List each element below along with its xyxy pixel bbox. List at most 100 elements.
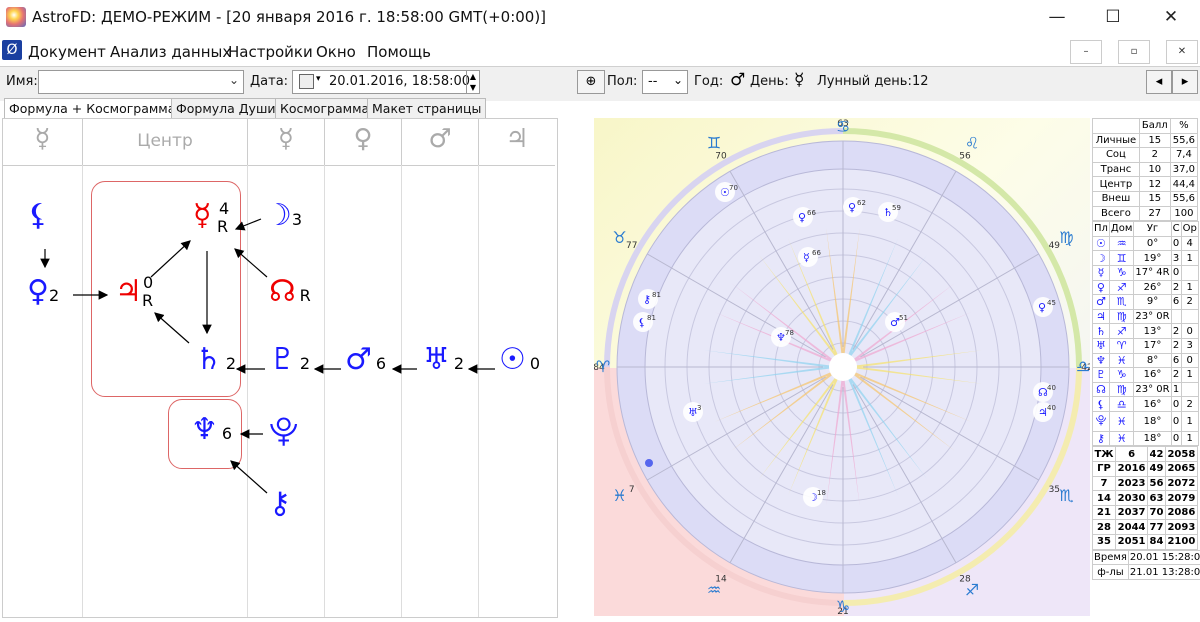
stats-table: Балл% Личные 15 55,6 Соц 2 7,4 Транс 10 37,0 Цент… bbox=[1092, 118, 1200, 580]
menu-data-analysis[interactable]: Анализ данных bbox=[110, 43, 231, 61]
proserpina-node[interactable]: ⯓ bbox=[269, 417, 298, 447]
table-row: ГР 2016 49 2065 bbox=[1092, 461, 1199, 477]
date-value: 20.01.2016, 18:58:00 bbox=[329, 74, 471, 89]
chiron-node[interactable]: ⚷ bbox=[269, 489, 291, 519]
tab-cosmogram[interactable]: Космограмма bbox=[275, 98, 375, 119]
globe-icon[interactable]: ⊕ bbox=[577, 70, 605, 94]
mars-node[interactable]: ♂ 6 bbox=[345, 345, 386, 375]
mdi-close-button[interactable]: ✕ bbox=[1166, 40, 1198, 64]
outer-number: 70 bbox=[715, 152, 727, 162]
zodiac-sign: ♐ bbox=[965, 580, 979, 599]
uranus-node[interactable]: ♅ 2 bbox=[423, 345, 464, 375]
tab-soul-formula[interactable]: Формула Души bbox=[171, 98, 281, 119]
menu-settings[interactable]: Настройки bbox=[228, 43, 313, 61]
calendar-icon[interactable] bbox=[299, 74, 314, 89]
next-button[interactable]: ▸ bbox=[1172, 70, 1198, 94]
zodiac-sign: ♋ bbox=[836, 118, 850, 136]
planet-glyph: ♀ bbox=[1038, 301, 1046, 314]
zodiac-sign: ♎ bbox=[1076, 357, 1090, 376]
planets-table: Пл Дом Уг С Ор ☉ ♒ 0° 0 4 ☽ ♊ 19° 3 1 ☿ ♑ 17° 4R 0 ♀ ♐ 26° 2 1… bbox=[1092, 221, 1199, 447]
mdi-restore-button[interactable]: ▫ bbox=[1118, 40, 1150, 64]
table-row: ☊ ♍ 23° 0R 1 bbox=[1092, 381, 1199, 398]
planet-value: 81 bbox=[652, 291, 661, 299]
planet-value: 45 bbox=[1047, 299, 1056, 307]
mercury-node[interactable]: ☿ 4 R bbox=[193, 199, 229, 236]
planet-value: 78 bbox=[785, 329, 794, 337]
document-icon[interactable]: Ø bbox=[2, 40, 22, 60]
table-row: ♀ ♐ 26° 2 1 bbox=[1092, 279, 1199, 296]
table-row: Всего 27 100 bbox=[1092, 205, 1199, 222]
marker-dot bbox=[645, 459, 653, 467]
neptune-node[interactable]: ♆ 6 bbox=[191, 415, 232, 445]
table-row: Соц 2 7,4 bbox=[1092, 147, 1199, 163]
planet-value: 81 bbox=[647, 314, 656, 322]
day-label: День: bbox=[750, 74, 789, 89]
lilith-node[interactable]: ⚸ bbox=[27, 201, 49, 231]
tab-page-layout[interactable]: Макет страницы bbox=[367, 98, 487, 119]
table-row: Личные 15 55,6 bbox=[1092, 132, 1199, 149]
formula-panel: ☿ Центр ☿ ♀ ♂ ♃ ⚸ ♀2 ♃ 0 R ☿ 4 R ☽3 ☊ R … bbox=[2, 118, 558, 618]
zodiac-sign: ♑ bbox=[836, 597, 850, 616]
minimize-button[interactable]: — bbox=[1030, 0, 1084, 34]
date-input[interactable]: ▾ 20.01.2016, 18:58:00 ▲ ▼ bbox=[292, 70, 480, 94]
mars-icon: ♂ bbox=[730, 70, 746, 90]
table-row: ♂ ♏ 9° 6 2 bbox=[1092, 294, 1199, 310]
table-row: Центр 12 44,4 bbox=[1092, 176, 1199, 192]
calendar-dropdown-icon[interactable]: ▾ bbox=[316, 74, 321, 84]
table-row: 21 2037 70 2086 bbox=[1092, 504, 1199, 521]
name-input[interactable]: ⌄ bbox=[38, 70, 244, 94]
prev-button[interactable]: ◂ bbox=[1146, 70, 1172, 94]
zodiac-sign: ♍ bbox=[1059, 228, 1073, 247]
table-row: ТЖ 6 42 2058 bbox=[1092, 446, 1199, 463]
app-icon bbox=[6, 7, 26, 27]
table-row: ♃ ♍ 23° 0R bbox=[1092, 308, 1199, 325]
cosmogram-chart: 63564942352821147847770♈♉♊♋♌♍♎♏♐♑♒♓☉ 70♀ 6… bbox=[594, 118, 1090, 616]
planet-value: 40 bbox=[1047, 404, 1056, 412]
lunar-day-value: 12 bbox=[912, 74, 929, 89]
zodiac-sign: ♌ bbox=[965, 134, 979, 153]
maximize-button[interactable]: ☐ bbox=[1086, 0, 1140, 34]
lunar-day-label: Лунный день: bbox=[817, 74, 912, 89]
planet-value: 70 bbox=[729, 184, 738, 192]
sun-node[interactable]: ☉ 0 bbox=[499, 345, 540, 375]
planet-value: 18 bbox=[817, 489, 826, 497]
close-button[interactable]: ✕ bbox=[1144, 0, 1198, 34]
menu-window[interactable]: Окно bbox=[316, 43, 356, 61]
menu-document[interactable]: Документ bbox=[28, 43, 106, 61]
north-node-node[interactable]: ☊ R bbox=[269, 277, 311, 307]
jupiter-node[interactable]: ♃ 0 R bbox=[115, 273, 153, 310]
table-row: ♄ ♐ 13° 2 0 bbox=[1092, 323, 1199, 339]
outer-number: 77 bbox=[626, 241, 637, 251]
zodiac-sign: ♏ bbox=[1059, 486, 1073, 505]
mdi-minimize-button[interactable]: – bbox=[1070, 40, 1102, 64]
sex-label: Пол: bbox=[607, 74, 638, 89]
date-spinner[interactable]: ▲ ▼ bbox=[466, 71, 479, 93]
venus-node[interactable]: ♀2 bbox=[27, 277, 59, 307]
pluto-node[interactable]: ♇ 2 bbox=[269, 345, 310, 375]
mercury-icon: ☿ bbox=[794, 70, 805, 90]
table-row: ☽ ♊ 19° 3 1 bbox=[1092, 250, 1199, 266]
tab-formula-cosmogram[interactable]: Формула + Космограмма bbox=[4, 98, 181, 119]
table-row: ⚸ ♎ 16° 0 2 bbox=[1092, 396, 1199, 412]
chevron-down-icon: ⌄ bbox=[672, 73, 683, 87]
zodiac-sign: ♉ bbox=[612, 228, 626, 247]
zodiac-sign: ♒ bbox=[707, 580, 721, 599]
planet-value: 66 bbox=[812, 249, 821, 257]
cosmogram-panel: 63 56 49 42 35 28 21 14 7 84 77 70 ♈ ♉ ♊ ♋ ♌ ♍ ♎ ♏ ♐ ♑ ♒ ♓ ☉ 70 ♀ 6… bbox=[594, 118, 1090, 616]
outer-number: 7 bbox=[629, 485, 635, 495]
zodiac-sign: ♓ bbox=[612, 486, 626, 505]
sex-select[interactable]: -- ⌄ bbox=[642, 70, 688, 94]
planet-value: 62 bbox=[857, 199, 866, 207]
table-row: ♇ ♑ 16° 2 1 bbox=[1092, 367, 1199, 383]
planet-glyph: ♀ bbox=[798, 211, 806, 224]
table-row: ☿ ♑ 17° 4R 0 bbox=[1092, 264, 1199, 281]
zodiac-sign: ♈ bbox=[596, 357, 610, 376]
year-label: Год: bbox=[694, 74, 724, 89]
window-title: AstroFD: ДЕМО-РЕЖИМ - [20 января 2016 г.… bbox=[32, 8, 547, 26]
saturn-node[interactable]: ♄ 2 bbox=[195, 345, 236, 375]
table-row: ♅ ♈ 17° 2 3 bbox=[1092, 337, 1199, 354]
menu-help[interactable]: Помощь bbox=[367, 43, 431, 61]
planet-value: 40 bbox=[1047, 384, 1056, 392]
time-table: Время 20.01 15:28:00 ф-лы 21.01 13:28:00 bbox=[1092, 549, 1200, 580]
moon-node[interactable]: ☽3 bbox=[265, 201, 302, 231]
